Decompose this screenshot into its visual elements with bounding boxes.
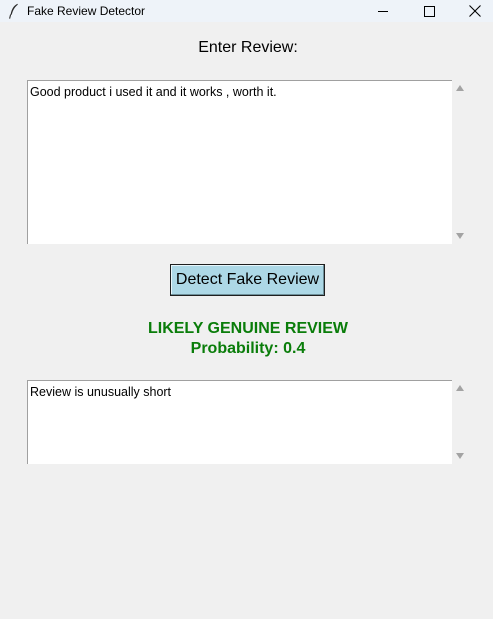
result-probability: Probability: 0.4 <box>190 340 306 357</box>
maximize-button[interactable] <box>406 0 452 22</box>
minimize-icon <box>378 11 388 12</box>
reasons-output-scrollbar[interactable] <box>452 380 469 464</box>
result-verdict: LIKELY GENUINE REVIEW <box>147 320 349 337</box>
scroll-down-arrow-icon[interactable] <box>456 453 464 459</box>
scroll-down-arrow-icon[interactable] <box>456 233 464 239</box>
scroll-up-arrow-icon[interactable] <box>456 85 464 91</box>
minimize-button[interactable] <box>360 0 406 22</box>
review-input[interactable]: Good product i used it and it works , wo… <box>27 80 452 244</box>
feather-icon <box>9 3 18 19</box>
review-input-scrollbar[interactable] <box>452 80 469 244</box>
enter-review-label: Enter Review: <box>198 39 298 56</box>
maximize-icon <box>423 5 435 17</box>
detect-fake-review-button[interactable]: Detect Fake Review <box>170 264 325 296</box>
reasons-output[interactable]: Review is unusually short <box>27 380 452 464</box>
close-icon <box>469 5 481 17</box>
close-button[interactable] <box>452 0 493 22</box>
scroll-up-arrow-icon[interactable] <box>456 385 464 391</box>
window-title: Fake Review Detector <box>27 4 146 18</box>
title-bar: Fake Review Detector <box>0 0 493 22</box>
